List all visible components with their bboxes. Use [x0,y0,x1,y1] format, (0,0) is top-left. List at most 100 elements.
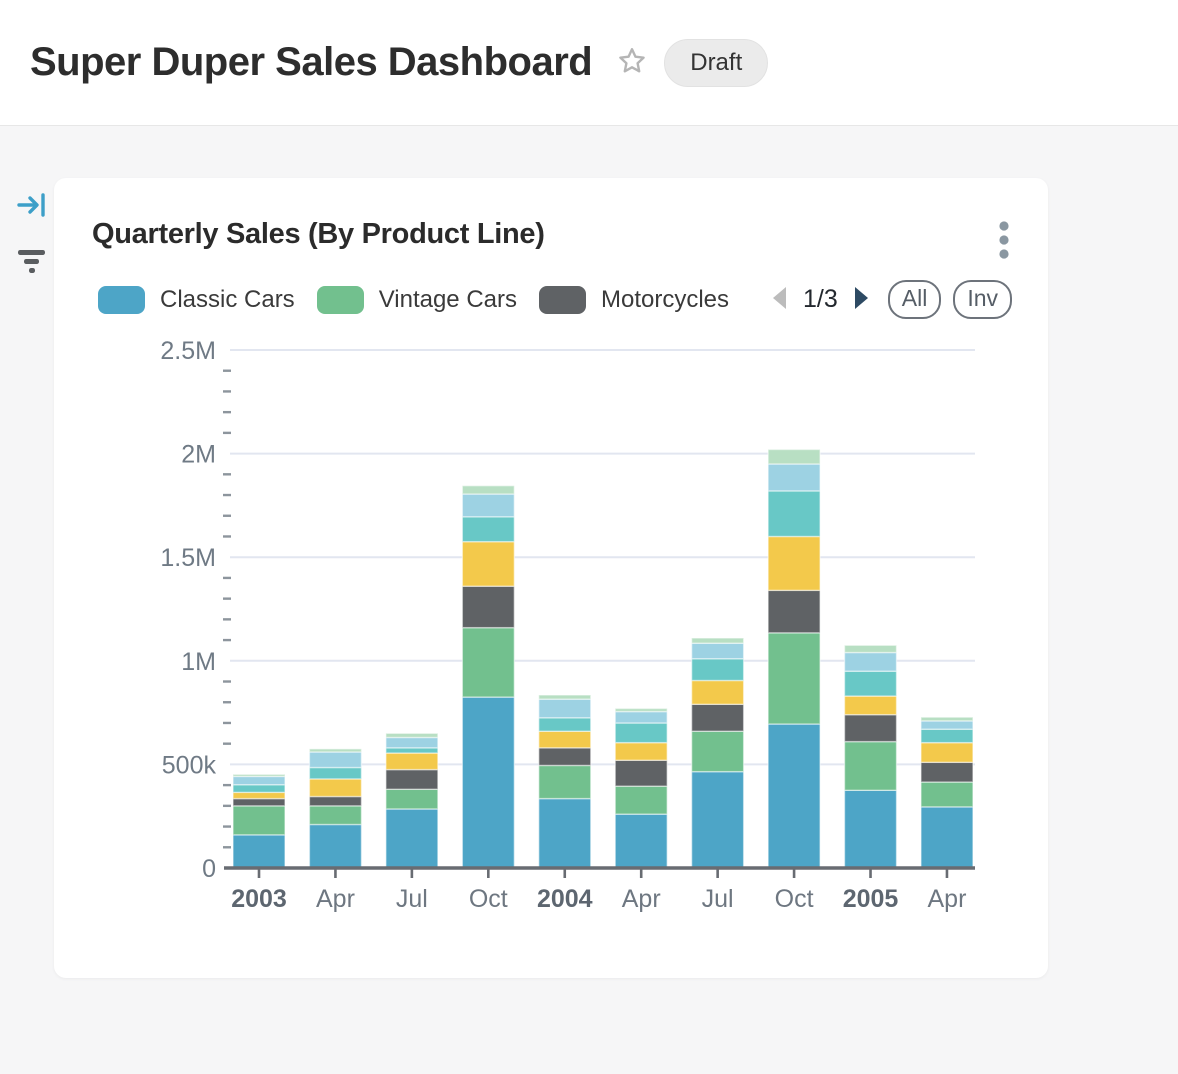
kebab-icon [998,248,1010,263]
bar-segment[interactable] [386,809,438,868]
bar-segment[interactable] [845,742,897,791]
bar-segment[interactable] [386,789,438,809]
card-menu-button[interactable] [992,214,1016,269]
x-axis-label: Apr [928,885,967,913]
bar-segment[interactable] [615,760,667,786]
legend-label: Motorcycles [601,286,729,314]
bar-segment[interactable] [768,633,820,724]
bar-segment[interactable] [462,586,514,627]
bar-segment[interactable] [309,824,361,868]
legend-item-motorcycles[interactable]: Motorcycles [539,286,729,314]
bar-segment[interactable] [386,770,438,790]
bar-segment[interactable] [309,806,361,825]
bar-segment[interactable] [768,491,820,537]
bar-segment[interactable] [539,731,591,748]
bar-segment[interactable] [768,536,820,590]
x-axis-label: 2003 [231,885,287,913]
bar-segment[interactable] [233,835,285,868]
bar-segment[interactable] [309,768,361,779]
bar-segment[interactable] [615,786,667,814]
legend-item-vintage-cars[interactable]: Vintage Cars [317,286,517,314]
bar-segment[interactable] [845,645,897,652]
bar-segment[interactable] [539,695,591,699]
arrow-to-bar-icon [16,208,48,223]
bar-segment[interactable] [462,494,514,517]
bar-segment[interactable] [845,715,897,742]
triangle-left-icon [769,285,789,314]
bar-segment[interactable] [539,699,591,718]
x-axis-label: 2005 [843,885,899,913]
bar-segment[interactable] [233,799,285,806]
bar-segment[interactable] [233,776,285,784]
bar-segment[interactable] [921,762,973,782]
page-title: Super Duper Sales Dashboard [30,40,592,85]
legend-prev-button[interactable] [765,281,793,318]
bar-segment[interactable] [615,814,667,868]
bar-segment[interactable] [462,486,514,494]
bar-segment[interactable] [386,733,438,737]
bar-segment[interactable] [845,696,897,715]
bar-segment[interactable] [615,723,667,743]
bar-segment[interactable] [692,643,744,659]
bar-segment[interactable] [309,749,361,752]
bar-segment[interactable] [692,638,744,643]
bar-segment[interactable] [921,721,973,729]
bar-segment[interactable] [615,743,667,761]
bar-segment[interactable] [462,542,514,587]
collapse-panel-button[interactable] [14,188,50,224]
y-axis-label: 2.5M [160,337,216,365]
bar-segment[interactable] [921,807,973,868]
bar-segment[interactable] [845,790,897,868]
bar-segment[interactable] [692,704,744,731]
left-toolbar [14,188,50,300]
stacked-bar-chart: 0500k1M1.5M2M2.5M2003AprJulOct2004AprJul… [54,330,1048,950]
legend-next-button[interactable] [848,281,876,318]
invert-selection-button[interactable]: Inv [953,280,1012,319]
bar-segment[interactable] [921,729,973,742]
x-axis-label: Oct [775,885,814,913]
bar-segment[interactable] [768,449,820,464]
bar-segment[interactable] [309,752,361,768]
bar-segment[interactable] [692,772,744,868]
bar-segment[interactable] [386,748,438,753]
bar-segment[interactable] [692,680,744,704]
bar-segment[interactable] [768,464,820,491]
legend-swatch [317,286,364,314]
bar-segment[interactable] [692,659,744,681]
bar-segment[interactable] [845,653,897,672]
bar-segment[interactable] [692,731,744,771]
legend-label: Classic Cars [160,286,295,314]
bar-segment[interactable] [768,590,820,632]
bar-segment[interactable] [309,797,361,806]
legend-label: Vintage Cars [379,286,517,314]
bar-segment[interactable] [233,785,285,793]
bar-segment[interactable] [845,671,897,696]
bar-segment[interactable] [539,718,591,731]
bar-segment[interactable] [921,743,973,763]
filter-button[interactable] [14,244,50,280]
x-axis-label: 2004 [537,885,593,913]
bar-segment[interactable] [462,697,514,868]
bar-segment[interactable] [386,753,438,770]
bar-segment[interactable] [539,799,591,868]
bar-segment[interactable] [309,779,361,797]
bar-segment[interactable] [462,517,514,542]
legend-item-classic-cars[interactable]: Classic Cars [98,286,295,314]
bar-segment[interactable] [921,717,973,721]
bar-segment[interactable] [233,774,285,776]
bar-segment[interactable] [768,724,820,868]
bar-segment[interactable] [615,712,667,723]
favorite-star-button[interactable] [616,45,648,80]
bar-segment[interactable] [539,765,591,798]
bar-segment[interactable] [233,792,285,798]
bar-segment[interactable] [615,708,667,711]
select-all-button[interactable]: All [888,280,942,319]
legend-swatch [98,286,145,314]
bar-segment[interactable] [539,748,591,766]
y-axis-label: 500k [162,751,217,779]
bar-segment[interactable] [233,806,285,835]
chart-card: Quarterly Sales (By Product Line) Classi… [54,178,1048,978]
bar-segment[interactable] [386,737,438,747]
bar-segment[interactable] [462,628,514,697]
bar-segment[interactable] [921,782,973,807]
